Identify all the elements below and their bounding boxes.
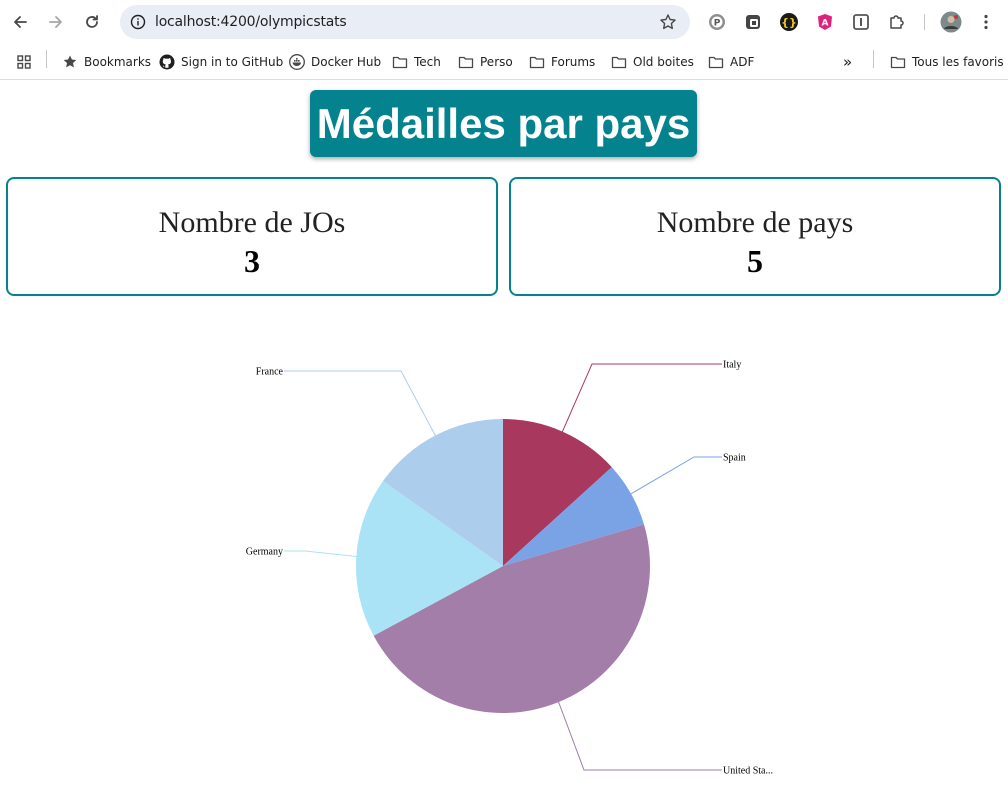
address-bar[interactable]: localhost:4200/olympicstats bbox=[120, 5, 690, 39]
pie-label-leader-line bbox=[553, 690, 722, 771]
bookmarks-separator bbox=[873, 50, 874, 68]
pie-label: Spain bbox=[723, 453, 746, 464]
folder-icon bbox=[708, 56, 724, 69]
page-title-banner: Médailles par pays bbox=[310, 90, 697, 157]
stat-value: 3 bbox=[244, 243, 260, 279]
medals-pie-chart: Italy Spain United Sta... Germany France bbox=[246, 360, 773, 777]
profile-avatar[interactable] bbox=[940, 11, 962, 33]
pie-label: France bbox=[256, 367, 284, 378]
bookmark-label: Bookmarks bbox=[84, 55, 152, 69]
bookmark-label: Perso bbox=[480, 55, 513, 69]
apps-grid-icon[interactable] bbox=[16, 51, 38, 73]
pie-label: United Sta... bbox=[723, 766, 773, 777]
bookmark-label: Tous les favoris bbox=[912, 55, 1004, 69]
reload-icon[interactable] bbox=[78, 8, 106, 36]
bookmark-label: Sign in to GitHub bbox=[181, 55, 284, 69]
folder-icon bbox=[529, 56, 545, 69]
folder-icon bbox=[458, 56, 474, 69]
stat-value: 5 bbox=[747, 243, 763, 279]
folder-icon bbox=[392, 56, 408, 69]
extension-p-icon[interactable]: P bbox=[707, 12, 727, 32]
bookmarks-separator bbox=[46, 50, 47, 68]
bookmarks-bar: Bookmarks Sign in to GitHub Docker Hub T… bbox=[0, 44, 1008, 80]
bookmark-folder-old-boites[interactable]: Old boites bbox=[611, 51, 694, 73]
bookmark-label: Docker Hub bbox=[311, 55, 382, 69]
pie-label-leader-line bbox=[284, 370, 442, 447]
extension-angular-icon[interactable]: A bbox=[815, 12, 835, 32]
stat-label: Nombre de JOs bbox=[158, 206, 346, 239]
folder-icon bbox=[890, 56, 906, 69]
bookmark-folder-tech[interactable]: Tech bbox=[392, 51, 441, 73]
stat-card-countries: Nombre de pays 5 bbox=[509, 177, 1001, 296]
folder-icon bbox=[611, 56, 627, 69]
bookmark-label: ADF bbox=[730, 55, 755, 69]
svg-text:{}: {} bbox=[781, 16, 797, 29]
bookmark-label: Tech bbox=[414, 55, 441, 69]
stat-card-games: Nombre de JOs 3 bbox=[6, 177, 498, 296]
bookmarks-overflow-button[interactable]: » bbox=[843, 51, 852, 73]
forward-icon[interactable] bbox=[42, 8, 70, 36]
svg-text:A: A bbox=[822, 19, 829, 29]
toolbar-separator bbox=[924, 14, 925, 30]
pie-label: Italy bbox=[723, 360, 741, 371]
site-info-icon[interactable] bbox=[128, 12, 148, 32]
bookmark-github[interactable]: Sign in to GitHub bbox=[159, 51, 283, 73]
page-title: Médailles par pays bbox=[310, 90, 697, 157]
back-icon[interactable] bbox=[6, 8, 34, 36]
extensions-puzzle-icon[interactable] bbox=[887, 12, 907, 32]
bookmark-label: Forums bbox=[551, 55, 596, 69]
bookmark-label: Old boites bbox=[633, 55, 694, 69]
docker-icon bbox=[289, 54, 305, 70]
pie-label-leader-line bbox=[620, 456, 722, 501]
menu-kebab-icon[interactable] bbox=[976, 12, 996, 32]
pie-label-leader-line bbox=[557, 363, 722, 443]
bookmark-docker-hub[interactable]: Docker Hub bbox=[289, 51, 381, 73]
browser-toolbar: localhost:4200/olympicstats P {} A bbox=[0, 0, 1008, 44]
extension-clipboard-icon[interactable] bbox=[743, 12, 763, 32]
svg-text:P: P bbox=[714, 19, 721, 29]
bookmark-folder-adf[interactable]: ADF bbox=[708, 51, 754, 73]
bookmark-folder-all[interactable]: Tous les favoris bbox=[890, 51, 1004, 73]
url-text[interactable]: localhost:4200/olympicstats bbox=[155, 14, 347, 30]
stat-label: Nombre de pays bbox=[656, 206, 854, 239]
github-icon bbox=[159, 54, 175, 70]
bookmark-bookmarks[interactable]: Bookmarks bbox=[62, 51, 151, 73]
pie-label-leader-line bbox=[284, 550, 369, 559]
extension-bracket-icon[interactable]: {} bbox=[779, 12, 799, 32]
extension-shield-icon[interactable] bbox=[851, 12, 871, 32]
bookmark-star-icon[interactable] bbox=[658, 12, 678, 32]
bookmark-folder-perso[interactable]: Perso bbox=[458, 51, 513, 73]
overflow-chevron-icon: » bbox=[843, 53, 853, 71]
star-icon bbox=[63, 55, 77, 68]
bookmark-folder-forums[interactable]: Forums bbox=[529, 51, 595, 73]
pie-label: Germany bbox=[246, 547, 283, 558]
